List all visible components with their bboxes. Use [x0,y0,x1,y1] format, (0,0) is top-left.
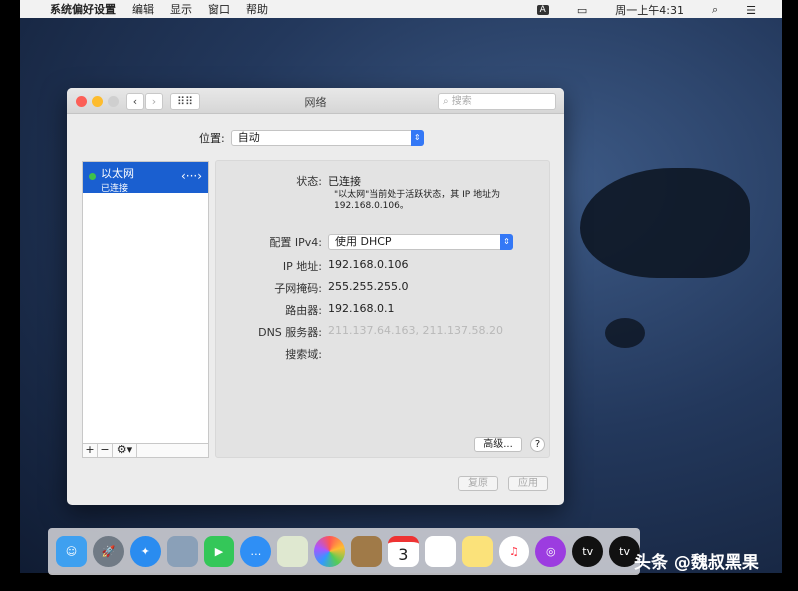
dock-messages-icon[interactable]: … [240,536,272,567]
dns-row: DNS 服务器: 211.137.64.163, 211.137.58.20 [216,324,503,340]
menu-app[interactable]: 系统偏好设置 [50,1,116,17]
location-value: 自动 [237,131,260,144]
ethernet-icon: ‹···› [180,169,202,183]
add-service-button[interactable]: + [83,444,98,457]
remove-service-button[interactable]: − [98,444,113,457]
clock[interactable]: 周一上午4:31 [615,2,684,18]
chevron-updown-icon: ⇕ [500,234,513,250]
status-value: 已连接 [328,175,361,188]
search-domain-row: 搜索域: [216,346,328,362]
status-row: 状态: 已连接 [216,173,361,189]
input-method-badge[interactable]: A [536,5,549,15]
airplay-icon[interactable]: ▭ [577,4,587,17]
service-item-ethernet[interactable]: 以太网 已连接 ‹···› [83,162,208,194]
dock-maps-icon[interactable] [277,536,309,567]
field-label: 配置 IPv4: [269,236,322,249]
dock-notes-icon[interactable] [461,536,493,567]
field-value: 255.255.255.0 [328,280,409,293]
status-description: "以太网"当前处于活跃状态，其 IP 地址为 192.168.0.106。 [334,190,501,211]
field-value: 192.168.0.106 [328,258,409,271]
dock-podcasts-icon[interactable]: ◎ [535,536,567,567]
rock-wallpaper [605,318,645,348]
chevron-updown-icon: ⇕ [410,130,424,146]
island-wallpaper [580,168,750,278]
dock-reminders-icon[interactable] [424,536,456,567]
configure-ipv4-row: 配置 IPv4: 使用 DHCP ⇕ [216,234,513,250]
network-window: ‹ › ⠿⠿ 网络 ⌕ 搜索 位置: 自动 ⇕ 以太网 已连接 ‹···› + −… [67,88,564,505]
service-list: 以太网 已连接 ‹···› + − ⚙▾ [82,161,209,458]
dock-contacts-icon[interactable] [351,536,382,567]
field-value: 使用 DHCP [335,235,392,248]
status-dot-icon [89,173,96,180]
dock-music-icon[interactable]: ♫ [498,536,530,567]
menu-bar: 系统偏好设置 编辑 显示 窗口 帮助 A ▭ 周一上午4:31 ⌕ ☰ [20,0,782,18]
dock: ☺ 🚀 ✦ ▶ … 3 ♫ ◎ tv tv [48,528,640,575]
location-label: 位置: [199,132,225,145]
advanced-button[interactable]: 高级... [474,437,522,452]
help-button[interactable]: ? [530,437,545,452]
field-label: 路由器: [285,304,322,317]
dock-photos-icon[interactable] [314,536,345,567]
apply-button[interactable]: 应用 [508,476,548,491]
field-value: 192.168.0.1 [328,302,395,315]
menu-view[interactable]: 显示 [170,1,192,17]
menu-help[interactable]: 帮助 [246,1,268,17]
dock-facetime-icon[interactable]: ▶ [203,536,235,567]
dock-preview-icon[interactable] [166,536,198,567]
dock-launchpad-icon[interactable]: 🚀 [92,536,124,567]
dock-tv-icon[interactable]: tv [572,536,604,567]
location-select[interactable]: 自动 ⇕ [230,130,424,146]
status-label: 状态: [296,175,322,188]
field-label: 搜索域: [285,348,322,361]
field-label: 子网掩码: [274,282,322,295]
spotlight-icon[interactable]: ⌕ [712,3,718,17]
search-placeholder: 搜索 [451,96,472,107]
revert-button[interactable]: 复原 [458,476,498,491]
menu-window[interactable]: 窗口 [208,1,230,17]
field-label: IP 地址: [282,260,322,273]
dock-safari-icon[interactable]: ✦ [129,536,161,567]
notification-center-icon[interactable]: ☰ [746,4,756,17]
menu-edit[interactable]: 编辑 [132,1,154,17]
credit-overlay: 头条 @魏叔黑果 [634,553,759,573]
router-row: 路由器: 192.168.0.1 [216,302,394,318]
list-toolbar: + − ⚙▾ [83,443,208,457]
configure-ipv4-select[interactable]: 使用 DHCP ⇕ [328,234,513,250]
subnet-row: 子网掩码: 255.255.255.0 [216,280,408,296]
dock-calendar-icon[interactable]: 3 [387,536,419,567]
detail-panel: 状态: 已连接 "以太网"当前处于活跃状态，其 IP 地址为 192.168.0.… [215,160,550,458]
dock-finder-icon[interactable]: ☺ [56,536,87,567]
location-row: 位置: 自动 ⇕ [199,130,424,146]
ip-row: IP 地址: 192.168.0.106 [216,258,409,274]
title-bar: ‹ › ⠿⠿ 网络 ⌕ 搜索 [67,88,564,114]
gear-icon[interactable]: ⚙▾ [113,444,137,457]
search-input[interactable]: ⌕ 搜索 [438,93,556,110]
field-value: 211.137.64.163, 211.137.58.20 [328,324,503,337]
field-label: DNS 服务器: [258,326,322,339]
